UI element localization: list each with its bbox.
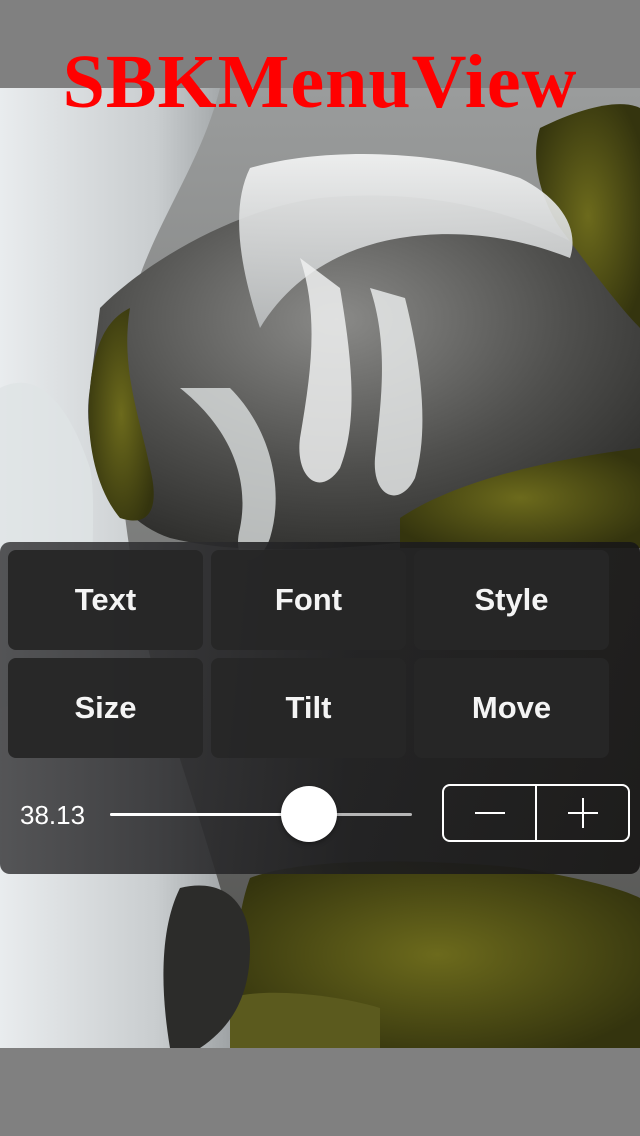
- minus-icon: [474, 812, 505, 814]
- tilt-button[interactable]: Tilt: [211, 658, 406, 758]
- plus-icon: [567, 798, 598, 828]
- move-button[interactable]: Move: [414, 658, 609, 758]
- decrement-button[interactable]: [444, 786, 535, 840]
- size-button[interactable]: Size: [8, 658, 203, 758]
- menu-button-grid: Text Font Style Size Tilt Move: [8, 550, 610, 758]
- slider-thumb[interactable]: [281, 786, 338, 842]
- increment-button[interactable]: [535, 786, 628, 840]
- font-button[interactable]: Font: [211, 550, 406, 650]
- value-stepper: [442, 784, 630, 842]
- value-slider[interactable]: [110, 784, 412, 844]
- menu-panel: Text Font Style Size Tilt Move 38.13: [0, 542, 640, 874]
- style-button[interactable]: Style: [414, 550, 609, 650]
- slider-fill: [110, 813, 310, 816]
- text-button[interactable]: Text: [8, 550, 203, 650]
- slider-value-label: 38.13: [20, 800, 86, 830]
- app-title-watermark: SBKMenuView: [62, 40, 578, 124]
